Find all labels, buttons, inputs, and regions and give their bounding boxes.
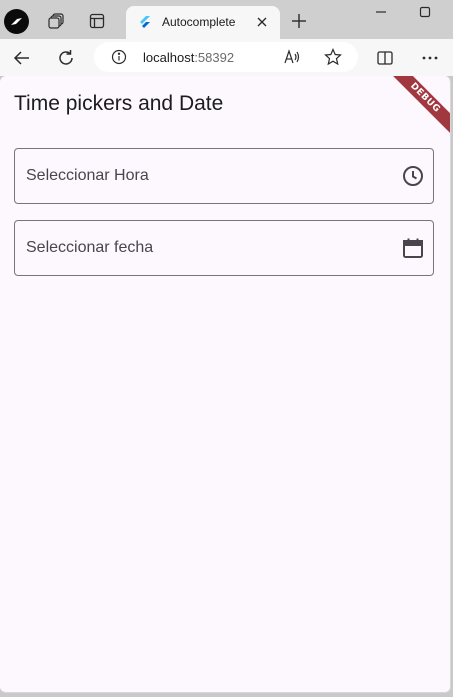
new-tab-icon[interactable] — [288, 10, 310, 32]
url-port: :58392 — [194, 50, 235, 65]
page-title: Time pickers and Date — [14, 92, 224, 115]
more-menu-icon[interactable] — [418, 46, 442, 70]
url-host: localhost — [143, 50, 195, 65]
calendar-icon[interactable] — [401, 236, 425, 260]
profile-avatar[interactable] — [4, 9, 29, 34]
time-field-label: Seleccionar Hora — [26, 167, 149, 184]
back-icon[interactable] — [10, 46, 34, 70]
tab-actions-icon[interactable] — [86, 10, 108, 32]
site-info-icon[interactable] — [109, 47, 129, 67]
page-viewport: Time pickers and Date Seleccionar Hora S… — [0, 76, 451, 693]
flutter-favicon-icon — [140, 16, 150, 28]
workspaces-icon[interactable] — [45, 10, 67, 32]
browser-window: Autocomplete localhost:58392 Time picker… — [0, 0, 453, 697]
address-bar[interactable]: localhost:58392 — [94, 42, 358, 72]
split-screen-icon[interactable] — [373, 46, 397, 70]
tab-close-icon[interactable] — [254, 14, 270, 30]
favorite-star-icon[interactable] — [323, 47, 343, 67]
time-picker-field[interactable]: Seleccionar Hora — [14, 148, 434, 204]
browser-tab-active[interactable]: Autocomplete — [126, 6, 280, 39]
tab-title: Autocomplete — [162, 15, 236, 29]
minimize-icon[interactable] — [370, 2, 392, 22]
debug-banner-container: DEBUG — [390, 76, 450, 136]
maximize-icon[interactable] — [414, 2, 436, 22]
browser-toolbar: localhost:58392 — [0, 39, 453, 76]
url-text[interactable]: localhost:58392 — [143, 50, 234, 65]
date-picker-field[interactable]: Seleccionar fecha — [14, 220, 434, 276]
tab-strip: Autocomplete — [0, 0, 453, 39]
clock-icon[interactable] — [401, 164, 425, 188]
profile-logo-icon — [11, 18, 22, 25]
refresh-icon[interactable] — [54, 46, 78, 70]
debug-banner: DEBUG — [390, 76, 450, 136]
date-field-label: Seleccionar fecha — [26, 239, 154, 256]
read-aloud-icon[interactable] — [282, 47, 302, 67]
